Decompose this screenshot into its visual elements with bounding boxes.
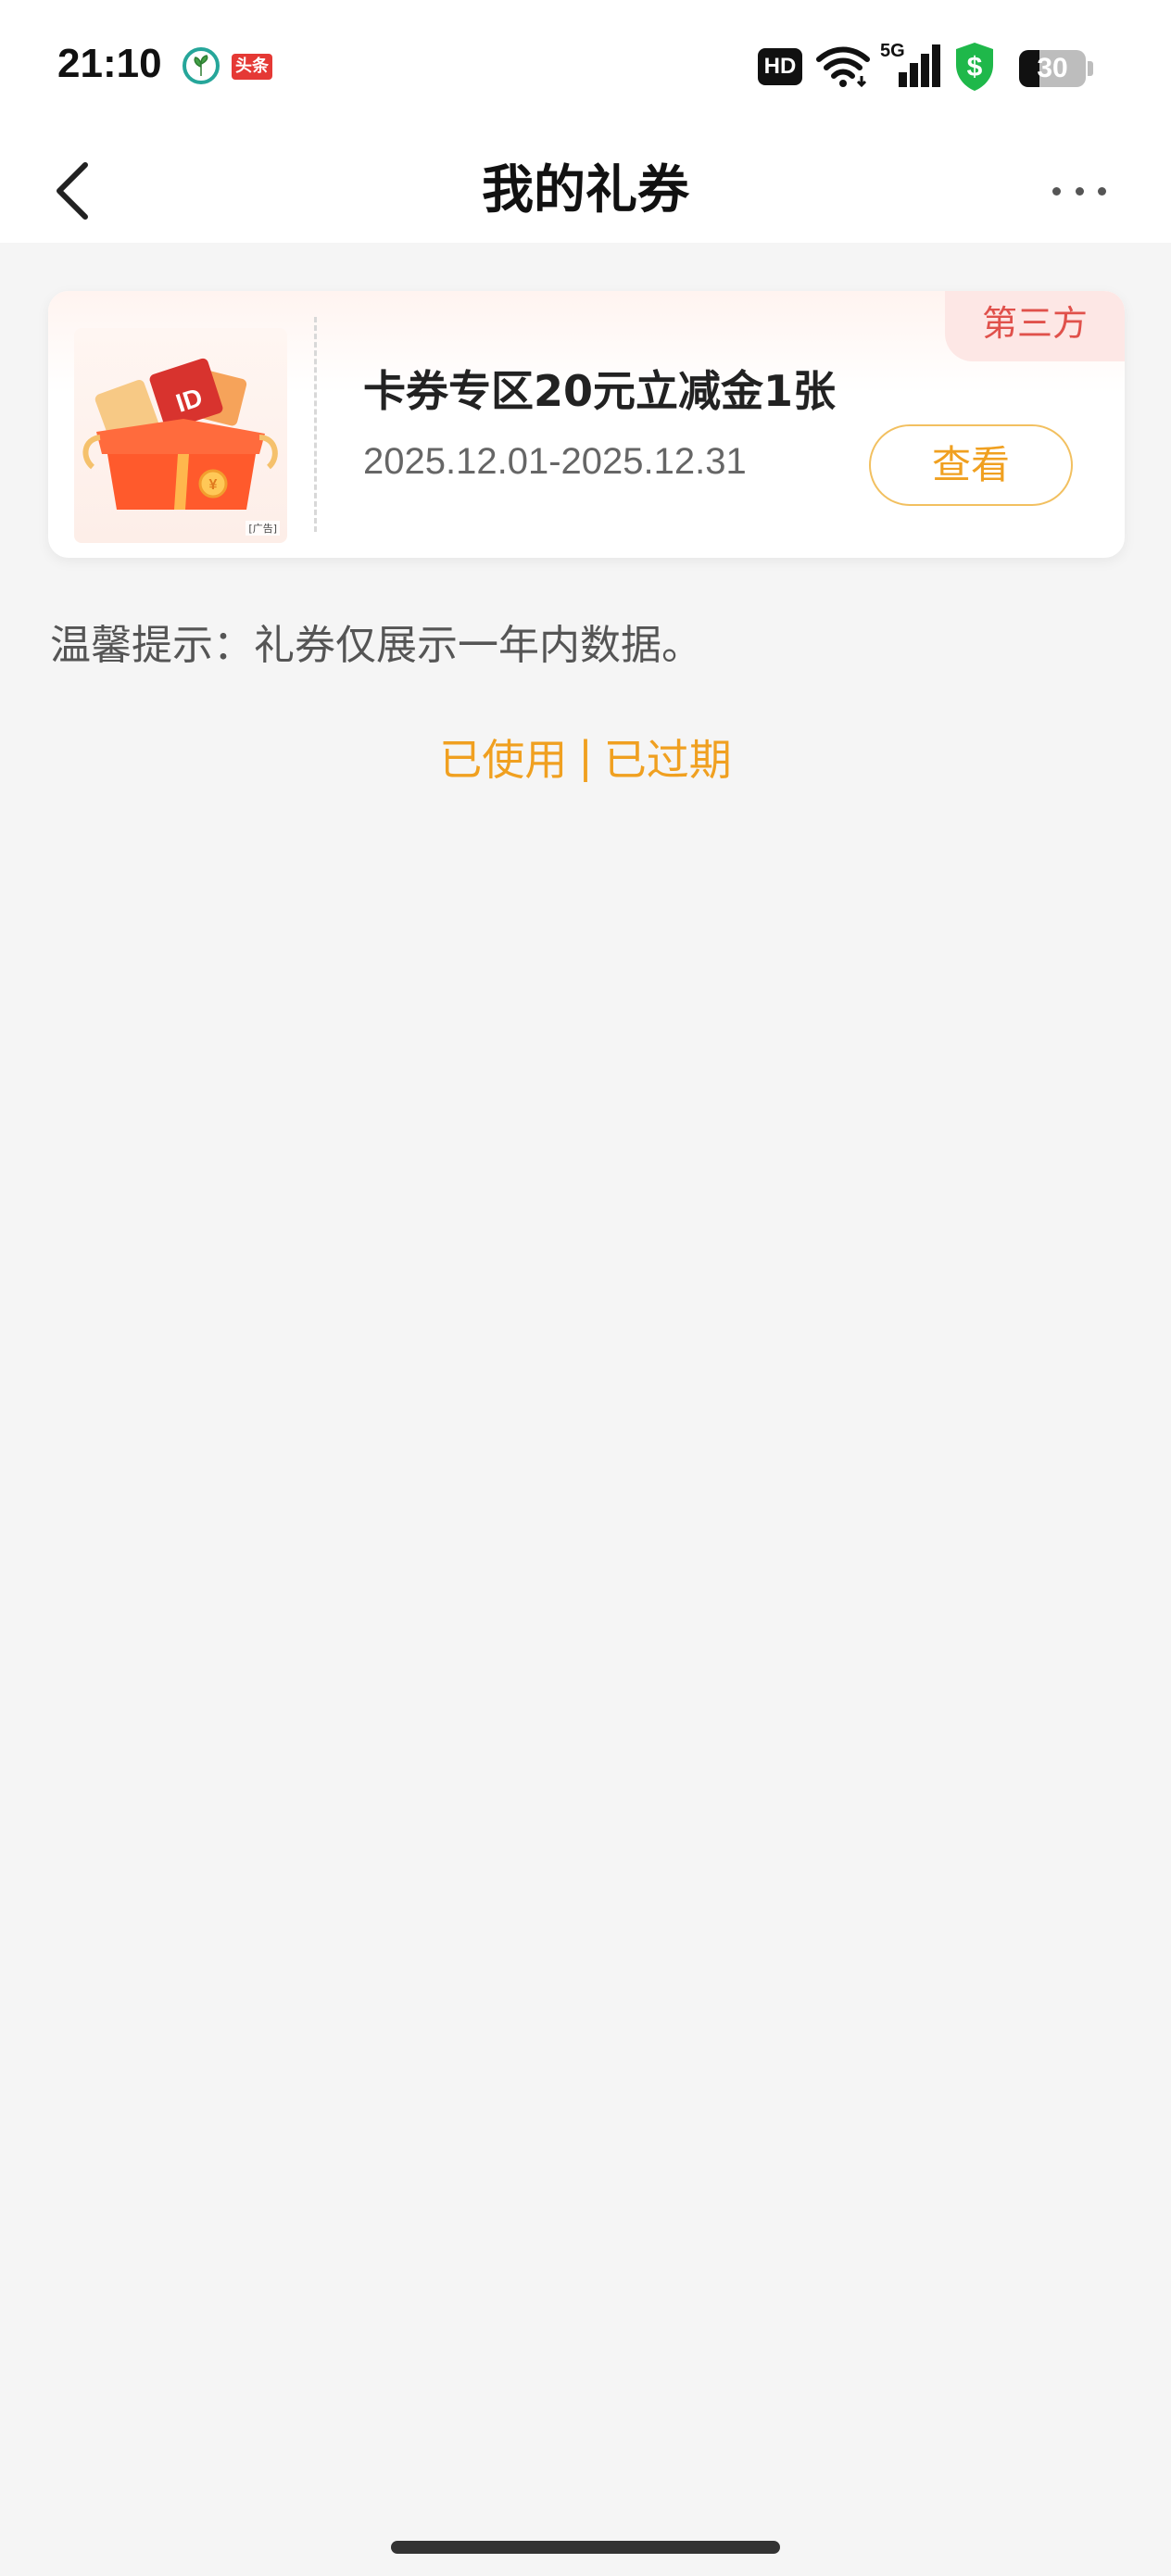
coupon-card[interactable]: ID ¥ [广告] 第三方 卡券专区20元立减金1张 2025.12.01-20… [48,291,1125,558]
status-bar: 21:10 头条 HD 5G $ 30 [0,0,1171,139]
dot [1098,186,1106,196]
gift-box-icon: ID ¥ [82,358,278,510]
chevron-left-icon[interactable] [43,148,107,232]
tip-text: 温馨提示：礼券仅展示一年内数据。 [50,622,702,669]
svg-text:¥: ¥ [209,477,218,493]
page-title: 我的礼券 [482,160,689,221]
home-indicator[interactable] [391,2541,780,2554]
coupon-divider [314,317,317,532]
battery-icon: 30 [1019,50,1086,87]
dot [1052,186,1061,196]
used-coupons-link[interactable]: 已使用 [439,726,567,788]
battery-tip [1088,61,1093,76]
expired-coupons-link[interactable]: 已过期 [604,726,732,788]
battery-level: 30 [1037,53,1068,83]
more-dots-icon[interactable] [1038,167,1121,215]
nav-bar: 我的礼券 [0,139,1171,243]
hd-icon: HD [758,48,802,85]
toutiao-app-icon: 头条 [232,54,272,80]
view-coupon-button[interactable]: 查看 [869,424,1073,506]
coupon-title: 卡券专区20元立减金1张 [363,366,837,416]
status-time: 21:10 [57,41,162,86]
third-party-badge: 第三方 [945,291,1125,361]
signal-bars-icon [899,44,940,87]
link-separator: | [578,732,593,782]
shield-dollar-text: $ [967,52,983,82]
plant-app-icon [183,47,220,84]
ad-label: [广告] [246,521,280,536]
dot [1075,186,1084,196]
gift-box-image: ID ¥ [广告] [74,328,287,543]
wifi-icon [816,46,870,88]
page: 21:10 头条 HD 5G $ 30 我的礼券 ID ¥ [广告] 第三方 卡… [0,0,1171,2576]
coupon-validity-date: 2025.12.01-2025.12.31 [363,441,747,482]
security-shield-icon: $ [956,43,993,91]
history-links: 已使用 | 已过期 [0,726,1171,788]
